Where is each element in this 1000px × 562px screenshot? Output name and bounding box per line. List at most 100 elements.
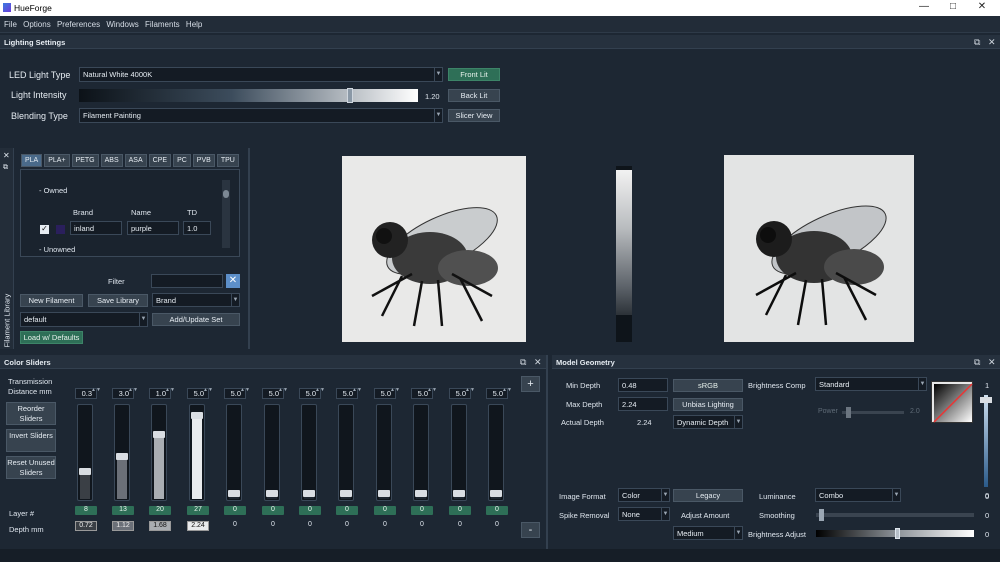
tab-pvb[interactable]: PVB [192, 154, 215, 167]
preview-image[interactable] [724, 155, 914, 342]
back-lit-button[interactable]: Back Lit [448, 89, 500, 102]
legacy-button[interactable]: Legacy [673, 489, 743, 502]
color-slider[interactable] [77, 404, 93, 501]
luminance-select[interactable]: Combo ▼ [815, 488, 901, 502]
slider-thumb[interactable] [153, 431, 165, 438]
tab-petg[interactable]: PETG [71, 154, 99, 167]
load-defaults-button[interactable]: Load w/ Defaults [20, 331, 83, 344]
slider-thumb[interactable] [347, 88, 353, 103]
scrollbar-thumb[interactable] [223, 190, 229, 198]
spinbox-arrows-icon[interactable]: ▲▼ [390, 388, 400, 393]
spinbox-arrows-icon[interactable]: ▲▼ [278, 388, 288, 393]
brand-field[interactable]: inland [70, 221, 122, 235]
clear-filter-icon[interactable]: ✕ [226, 274, 240, 288]
tab-pla[interactable]: PLA [21, 154, 43, 167]
color-slider[interactable] [264, 404, 280, 501]
srgb-button[interactable]: sRGB [673, 379, 743, 392]
min-depth-input[interactable]: 0.48 [618, 378, 668, 392]
layer-number[interactable]: 0 [374, 506, 396, 515]
slider-thumb[interactable] [191, 412, 203, 419]
spinbox-arrows-icon[interactable]: ▲▼ [352, 388, 362, 393]
color-slider[interactable] [413, 404, 429, 501]
color-slider[interactable] [189, 404, 205, 501]
spinbox-arrows-icon[interactable]: ▲▼ [128, 388, 138, 393]
layer-number[interactable]: 0 [299, 506, 321, 515]
slider-thumb[interactable] [490, 490, 502, 497]
maximize-icon[interactable]: □ [941, 1, 965, 12]
layer-number[interactable]: 0 [262, 506, 284, 515]
front-lit-button[interactable]: Front Lit [448, 68, 500, 81]
color-slider[interactable] [451, 404, 467, 501]
close-panel-icon[interactable]: ✕ [3, 151, 10, 160]
menu-windows[interactable]: Windows [106, 20, 138, 29]
color-preview-swatch[interactable] [931, 381, 973, 423]
save-library-button[interactable]: Save Library [88, 294, 148, 307]
adjust-amount-select[interactable]: Medium ▼ [673, 526, 743, 540]
menu-help[interactable]: Help [186, 20, 202, 29]
new-filament-button[interactable]: New Filament [20, 294, 83, 307]
slider-thumb[interactable] [266, 490, 278, 497]
source-image[interactable] [342, 156, 526, 342]
filter-input[interactable] [151, 274, 223, 288]
preset-select[interactable]: default ▼ [20, 312, 148, 327]
menu-preferences[interactable]: Preferences [57, 20, 100, 29]
slider-thumb[interactable] [453, 490, 465, 497]
list-scrollbar[interactable] [222, 180, 230, 248]
name-field[interactable]: purple [127, 221, 179, 235]
color-slider[interactable] [376, 404, 392, 501]
layer-number[interactable]: 8 [75, 506, 97, 515]
slider-thumb[interactable] [846, 407, 851, 418]
layer-number[interactable]: 0 [336, 506, 358, 515]
undock-icon[interactable]: ⧉ [3, 164, 8, 172]
spike-removal-select[interactable]: None ▼ [618, 507, 670, 521]
led-light-type-select[interactable]: Natural White 4000K ▼ [79, 67, 443, 82]
color-slider[interactable] [151, 404, 167, 501]
smoothing-slider[interactable] [816, 509, 974, 521]
spinbox-arrows-icon[interactable]: ▲▼ [165, 388, 175, 393]
slider-thumb[interactable] [116, 453, 128, 460]
color-slider[interactable] [301, 404, 317, 501]
spinbox-arrows-icon[interactable]: ▲▼ [315, 388, 325, 393]
slider-thumb[interactable] [895, 528, 900, 539]
max-depth-input[interactable]: 2.24 [618, 397, 668, 411]
slicer-view-button[interactable]: Slicer View [448, 109, 500, 122]
minimize-icon[interactable]: — [912, 1, 936, 12]
spinbox-arrows-icon[interactable]: ▲▼ [203, 388, 213, 393]
spinbox-arrows-icon[interactable]: ▲▼ [502, 388, 512, 393]
tab-abs[interactable]: ABS [100, 154, 123, 167]
spinbox-arrows-icon[interactable]: ▲▼ [240, 388, 250, 393]
slider-thumb[interactable] [819, 509, 824, 521]
slider-thumb[interactable] [340, 490, 352, 497]
layer-number[interactable]: 20 [149, 506, 171, 515]
spinbox-arrows-icon[interactable]: ▲▼ [427, 388, 437, 393]
tab-pc[interactable]: PC [173, 154, 191, 167]
undock-icon[interactable]: ⧉ [974, 37, 980, 48]
brightness-comp-select[interactable]: Standard ▼ [815, 377, 927, 391]
sort-select[interactable]: Brand ▼ [152, 293, 240, 307]
tab-asa[interactable]: ASA [124, 154, 147, 167]
layer-number[interactable]: 27 [187, 506, 209, 515]
add-update-set-button[interactable]: Add/Update Set [152, 313, 240, 326]
layer-number[interactable]: 0 [411, 506, 433, 515]
td-field[interactable]: 1.0 [183, 221, 211, 235]
light-intensity-slider[interactable] [79, 88, 418, 103]
spinbox-arrows-icon[interactable]: ▲▼ [91, 388, 101, 393]
close-icon[interactable]: ✕ [970, 1, 994, 12]
color-slider[interactable] [114, 404, 130, 501]
close-panel-icon[interactable]: ✕ [988, 37, 996, 48]
layer-number[interactable]: 0 [449, 506, 471, 515]
blending-type-select[interactable]: Filament Painting ▼ [79, 108, 443, 123]
menu-options[interactable]: Options [23, 20, 51, 29]
color-slider[interactable] [488, 404, 504, 501]
tab-pla-plus[interactable]: PLA+ [44, 154, 70, 167]
color-slider[interactable] [338, 404, 354, 501]
layer-number[interactable]: 0 [486, 506, 508, 515]
layer-number[interactable]: 13 [112, 506, 134, 515]
menu-filaments[interactable]: Filaments [145, 20, 180, 29]
slider-thumb[interactable] [228, 490, 240, 497]
color-slider[interactable] [226, 404, 242, 501]
unowned-group[interactable]: - Unowned [39, 245, 75, 254]
owned-checkbox[interactable]: ✓ [40, 225, 49, 234]
slider-thumb[interactable] [79, 468, 91, 475]
close-panel-icon[interactable]: ✕ [988, 357, 996, 368]
